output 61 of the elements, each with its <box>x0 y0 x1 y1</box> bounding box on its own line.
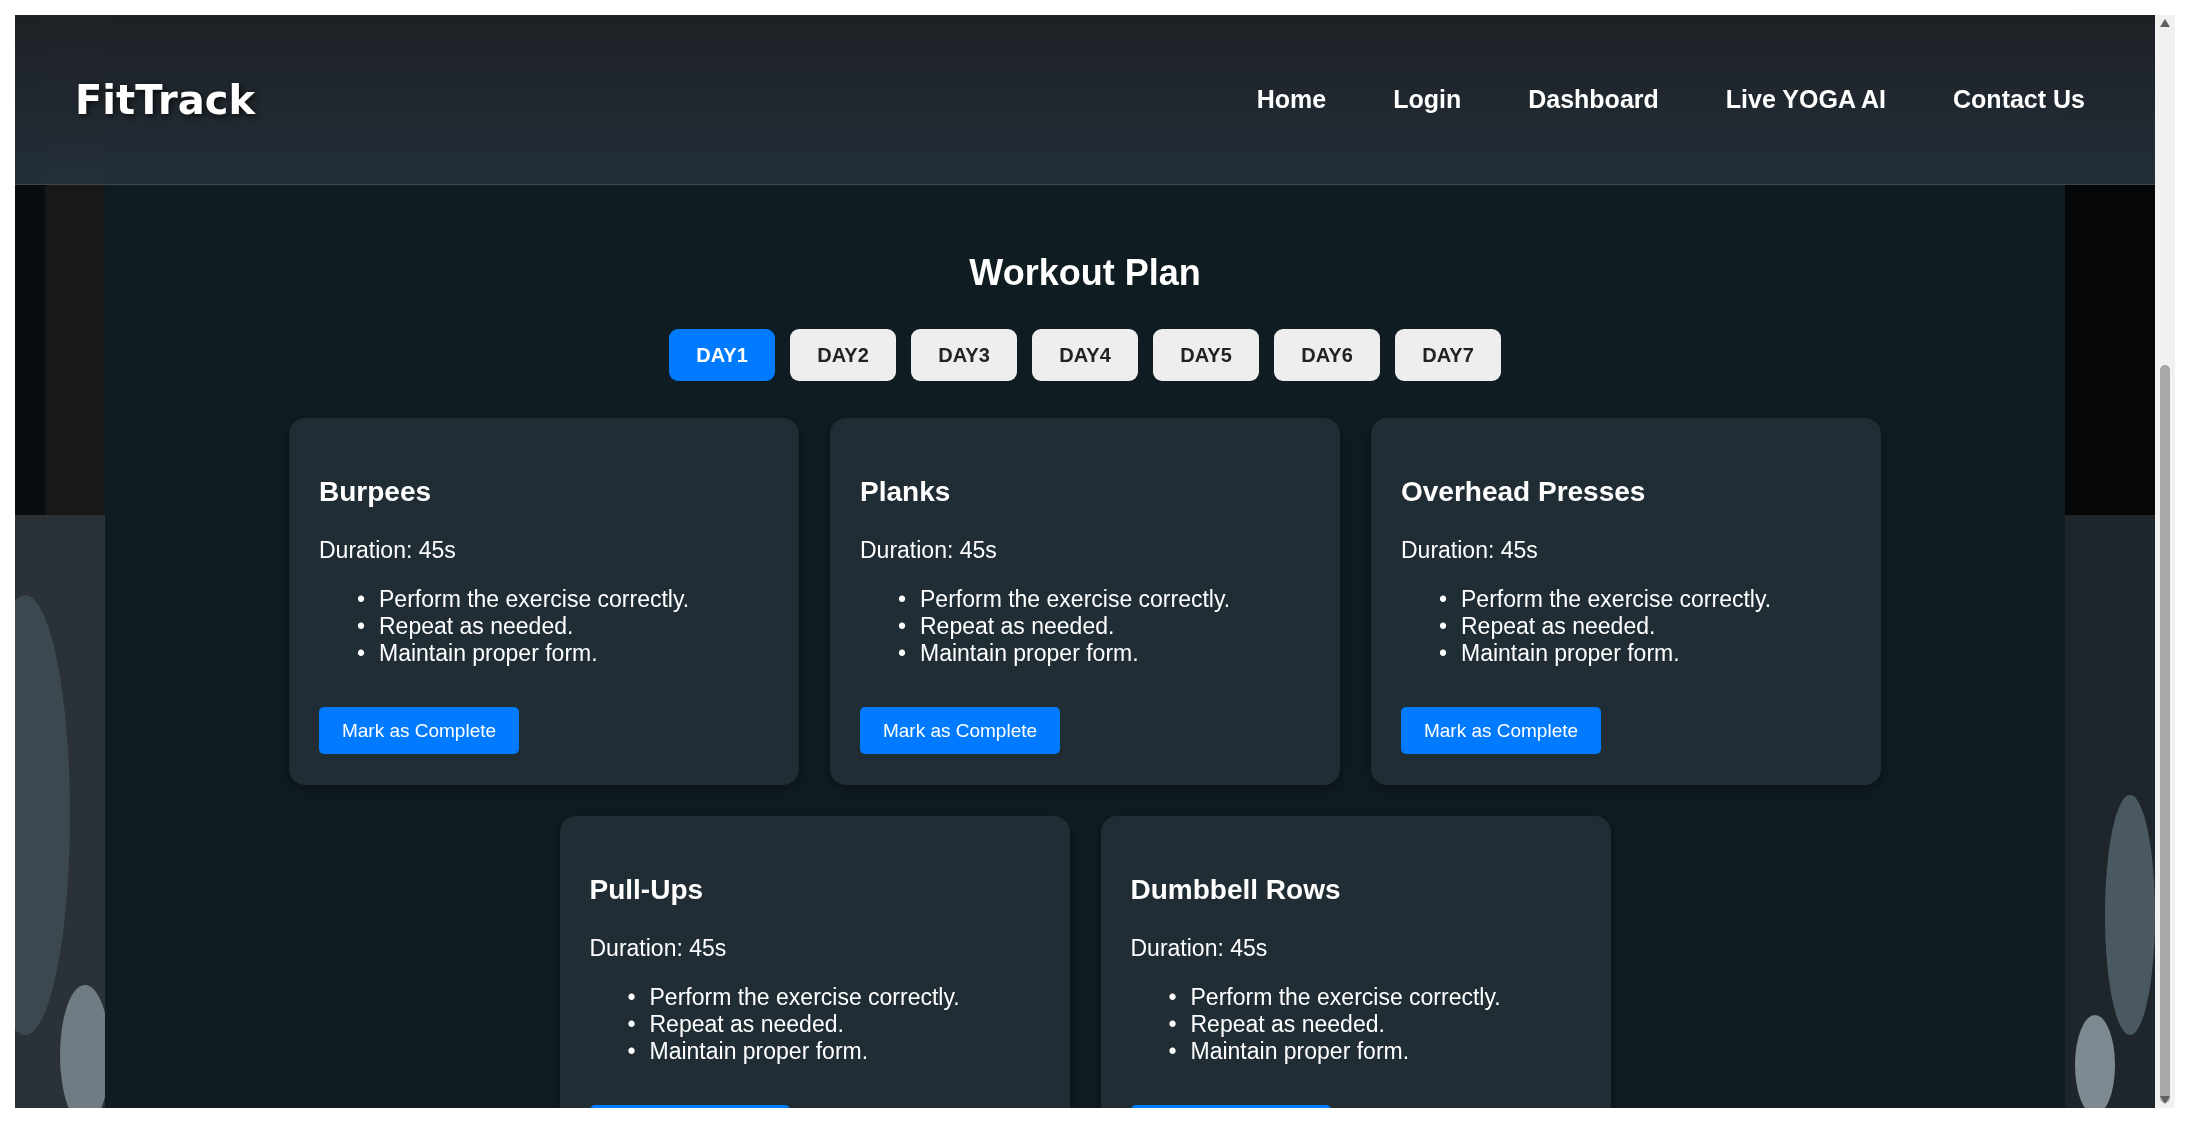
list-bullet: • <box>1439 640 1449 667</box>
scroll-up-icon[interactable] <box>2159 18 2171 28</box>
list-bullet: • <box>898 613 908 640</box>
duration-text: Duration: 45s <box>1130 935 1269 962</box>
instruction-item: Repeat as needed. <box>649 1011 844 1038</box>
nav-link[interactable]: Home <box>1256 85 1327 114</box>
nav-link[interactable]: Dashboard <box>1528 85 1659 114</box>
day-tab[interactable]: DAY7 <box>1395 329 1501 381</box>
list-bullet: • <box>357 613 367 640</box>
list-bullet: • <box>898 586 908 613</box>
day-tab[interactable]: DAY6 <box>1274 329 1380 381</box>
exercise-name: Planks <box>860 476 952 508</box>
page-title: Workout Plan <box>969 252 1201 294</box>
duration-text: Duration: 45s <box>860 537 998 564</box>
instruction-item: Repeat as needed. <box>1461 613 1656 640</box>
instruction-item: Perform the exercise correctly. <box>1190 984 1501 1011</box>
scrollbar-thumb[interactable] <box>2160 365 2170 1103</box>
instruction-item: Maintain proper form. <box>379 640 598 667</box>
day-tab[interactable]: DAY2 <box>790 329 896 381</box>
instruction-item: Repeat as needed. <box>1190 1011 1385 1038</box>
nav-link[interactable]: Contact Us <box>1953 85 2085 114</box>
exercise-name: Dumbbell Rows <box>1130 874 1342 906</box>
instruction-item: Repeat as needed. <box>920 613 1115 640</box>
instruction-item: Perform the exercise correctly. <box>920 586 1231 613</box>
list-bullet: • <box>627 1011 637 1038</box>
duration-text: Duration: 45s <box>589 935 728 962</box>
list-bullet: • <box>1439 613 1449 640</box>
list-bullet: • <box>357 640 367 667</box>
instruction-item: Perform the exercise correctly. <box>649 984 960 1011</box>
instruction-item: Maintain proper form. <box>1190 1038 1410 1065</box>
list-bullet: • <box>1168 984 1178 1011</box>
list-bullet: • <box>898 640 908 667</box>
instruction-item: Perform the exercise correctly. <box>1461 586 1772 613</box>
instruction-item: Perform the exercise correctly. <box>379 586 690 613</box>
nav-link[interactable]: Login <box>1393 85 1462 114</box>
instruction-item: Repeat as needed. <box>379 613 574 640</box>
exercise-name: Burpees <box>319 476 433 508</box>
scroll-down-icon[interactable] <box>2159 1095 2171 1105</box>
instruction-item: Maintain proper form. <box>920 640 1139 667</box>
complete-button[interactable]: Mark as Complete <box>1401 707 1601 754</box>
complete-button[interactable]: Mark as Complete <box>319 707 519 754</box>
day-tab[interactable]: DAY3 <box>911 329 1017 381</box>
list-bullet: • <box>357 586 367 613</box>
exercise-name: Overhead Presses <box>1401 476 1647 508</box>
list-bullet: • <box>627 984 637 1011</box>
scrollbar[interactable] <box>2155 15 2175 1108</box>
list-bullet: • <box>1168 1038 1178 1065</box>
list-bullet: • <box>627 1038 637 1065</box>
list-bullet: • <box>1439 586 1449 613</box>
day-tab[interactable]: DAY4 <box>1032 329 1138 381</box>
day-tab[interactable]: DAY1 <box>669 329 775 381</box>
instruction-item: Maintain proper form. <box>1461 640 1680 667</box>
nav-link[interactable]: Live YOGA AI <box>1725 85 1887 114</box>
exercise-name: Pull-Ups <box>589 874 705 906</box>
day-tab[interactable]: DAY5 <box>1153 329 1259 381</box>
complete-button[interactable]: Mark as Complete <box>860 707 1060 754</box>
list-bullet: • <box>1168 1011 1178 1038</box>
duration-text: Duration: 45s <box>1401 537 1539 564</box>
brand-logo[interactable]: FitTrack <box>75 76 256 123</box>
instruction-item: Maintain proper form. <box>649 1038 869 1065</box>
duration-text: Duration: 45s <box>319 537 457 564</box>
